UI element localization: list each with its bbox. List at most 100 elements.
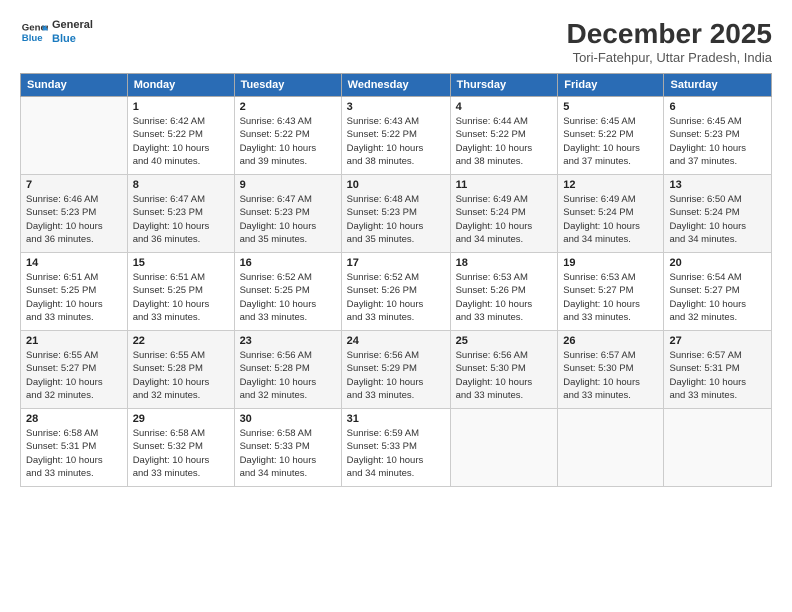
day-info: Sunrise: 6:45 AM Sunset: 5:23 PM Dayligh… (669, 115, 766, 168)
day-number: 22 (133, 335, 229, 347)
calendar-cell: 9Sunrise: 6:47 AM Sunset: 5:23 PM Daylig… (234, 175, 341, 253)
logo-icon: General Blue (20, 18, 48, 46)
calendar-cell: 11Sunrise: 6:49 AM Sunset: 5:24 PM Dayli… (450, 175, 558, 253)
title-block: December 2025 Tori-Fatehpur, Uttar Prade… (567, 18, 772, 65)
day-number: 10 (347, 179, 445, 191)
day-info: Sunrise: 6:55 AM Sunset: 5:28 PM Dayligh… (133, 349, 229, 402)
calendar-cell: 17 Sunrise: 6:52 AM Sunset: 5:26 PM Dayli… (341, 253, 450, 331)
day-number: 13 (669, 179, 766, 191)
day-number: 19 (563, 257, 658, 269)
day-number: 23 (240, 335, 336, 347)
calendar-cell: 6 Sunrise: 6:45 AM Sunset: 5:23 PM Daylig… (664, 97, 772, 175)
calendar-cell: 8 Sunrise: 6:47 AM Sunset: 5:23 PM Daylig… (127, 175, 234, 253)
day-number: 18 (456, 257, 553, 269)
day-info: Sunrise: 6:47 AM Sunset: 5:23 PM Dayligh… (240, 193, 336, 246)
calendar-cell: 2 Sunrise: 6:43 AM Sunset: 5:22 PM Daylig… (234, 97, 341, 175)
day-number: 27 (669, 335, 766, 347)
calendar-cell (664, 409, 772, 487)
day-number: 8 (133, 179, 229, 191)
calendar-cell: 22 Sunrise: 6:55 AM Sunset: 5:28 PM Dayli… (127, 331, 234, 409)
day-info: Sunrise: 6:59 AM Sunset: 5:33 PM Dayligh… (347, 427, 445, 480)
day-info: Sunrise: 6:53 AM Sunset: 5:26 PM Dayligh… (456, 271, 553, 324)
weekday-header: Friday (558, 74, 664, 97)
day-info: Sunrise: 6:51 AM Sunset: 5:25 PM Dayligh… (133, 271, 229, 324)
calendar-cell: 4 Sunrise: 6:44 AM Sunset: 5:22 PM Daylig… (450, 97, 558, 175)
day-number: 11 (456, 179, 553, 191)
day-info: Sunrise: 6:53 AM Sunset: 5:27 PM Dayligh… (563, 271, 658, 324)
header: General Blue General Blue December 2025 … (20, 18, 772, 65)
day-number: 17 (347, 257, 445, 269)
calendar-cell: 27 Sunrise: 6:57 AM Sunset: 5:31 PM Dayli… (664, 331, 772, 409)
calendar-cell: 13Sunrise: 6:50 AM Sunset: 5:24 PM Dayli… (664, 175, 772, 253)
calendar-week-row: 28 Sunrise: 6:58 AM Sunset: 5:31 PM Dayli… (21, 409, 772, 487)
weekday-header: Thursday (450, 74, 558, 97)
weekday-header: Monday (127, 74, 234, 97)
calendar-cell: 15 Sunrise: 6:51 AM Sunset: 5:25 PM Dayli… (127, 253, 234, 331)
calendar-cell: 16Sunrise: 6:52 AM Sunset: 5:25 PM Dayli… (234, 253, 341, 331)
day-number: 20 (669, 257, 766, 269)
day-info: Sunrise: 6:49 AM Sunset: 5:24 PM Dayligh… (563, 193, 658, 246)
day-number: 4 (456, 101, 553, 113)
day-info: Sunrise: 6:58 AM Sunset: 5:31 PM Dayligh… (26, 427, 122, 480)
svg-text:Blue: Blue (22, 33, 43, 44)
calendar-cell: 28 Sunrise: 6:58 AM Sunset: 5:31 PM Dayli… (21, 409, 128, 487)
day-number: 1 (133, 101, 229, 113)
day-number: 24 (347, 335, 445, 347)
calendar-cell: 19 Sunrise: 6:53 AM Sunset: 5:27 PM Dayli… (558, 253, 664, 331)
day-number: 12 (563, 179, 658, 191)
day-info: Sunrise: 6:43 AM Sunset: 5:22 PM Dayligh… (347, 115, 445, 168)
day-info: Sunrise: 6:42 AM Sunset: 5:22 PM Dayligh… (133, 115, 229, 168)
day-number: 2 (240, 101, 336, 113)
day-number: 21 (26, 335, 122, 347)
day-info: Sunrise: 6:54 AM Sunset: 5:27 PM Dayligh… (669, 271, 766, 324)
day-info: Sunrise: 6:57 AM Sunset: 5:31 PM Dayligh… (669, 349, 766, 402)
day-info: Sunrise: 6:58 AM Sunset: 5:33 PM Dayligh… (240, 427, 336, 480)
day-info: Sunrise: 6:56 AM Sunset: 5:29 PM Dayligh… (347, 349, 445, 402)
calendar-cell (450, 409, 558, 487)
day-number: 26 (563, 335, 658, 347)
calendar-cell: 25Sunrise: 6:56 AM Sunset: 5:30 PM Dayli… (450, 331, 558, 409)
calendar-cell: 7Sunrise: 6:46 AM Sunset: 5:23 PM Daylig… (21, 175, 128, 253)
day-info: Sunrise: 6:43 AM Sunset: 5:22 PM Dayligh… (240, 115, 336, 168)
weekday-header: Saturday (664, 74, 772, 97)
calendar-cell: 5 Sunrise: 6:45 AM Sunset: 5:22 PM Daylig… (558, 97, 664, 175)
logo: General Blue General Blue (20, 18, 93, 47)
day-number: 5 (563, 101, 658, 113)
calendar-cell: 24 Sunrise: 6:56 AM Sunset: 5:29 PM Dayli… (341, 331, 450, 409)
calendar-cell: 12 Sunrise: 6:49 AM Sunset: 5:24 PM Dayli… (558, 175, 664, 253)
calendar-week-row: 14 Sunrise: 6:51 AM Sunset: 5:25 PM Dayli… (21, 253, 772, 331)
day-info: Sunrise: 6:51 AM Sunset: 5:25 PM Dayligh… (26, 271, 122, 324)
calendar-cell: 30 Sunrise: 6:58 AM Sunset: 5:33 PM Dayli… (234, 409, 341, 487)
day-number: 28 (26, 413, 122, 425)
weekday-header: Wednesday (341, 74, 450, 97)
calendar-cell: 31 Sunrise: 6:59 AM Sunset: 5:33 PM Dayli… (341, 409, 450, 487)
day-number: 30 (240, 413, 336, 425)
location: Tori-Fatehpur, Uttar Pradesh, India (567, 50, 772, 65)
calendar-cell: 10Sunrise: 6:48 AM Sunset: 5:23 PM Dayli… (341, 175, 450, 253)
calendar-table: SundayMondayTuesdayWednesdayThursdayFrid… (20, 73, 772, 487)
day-number: 29 (133, 413, 229, 425)
day-number: 31 (347, 413, 445, 425)
calendar-cell: 3 Sunrise: 6:43 AM Sunset: 5:22 PM Daylig… (341, 97, 450, 175)
day-info: Sunrise: 6:45 AM Sunset: 5:22 PM Dayligh… (563, 115, 658, 168)
weekday-header: Tuesday (234, 74, 341, 97)
day-number: 14 (26, 257, 122, 269)
month-title: December 2025 (567, 18, 772, 50)
day-number: 6 (669, 101, 766, 113)
calendar-week-row: 21Sunrise: 6:55 AM Sunset: 5:27 PM Dayli… (21, 331, 772, 409)
calendar-cell: 21Sunrise: 6:55 AM Sunset: 5:27 PM Dayli… (21, 331, 128, 409)
calendar-cell: 1 Sunrise: 6:42 AM Sunset: 5:22 PM Daylig… (127, 97, 234, 175)
day-info: Sunrise: 6:52 AM Sunset: 5:25 PM Dayligh… (240, 271, 336, 324)
day-info: Sunrise: 6:52 AM Sunset: 5:26 PM Dayligh… (347, 271, 445, 324)
calendar-cell: 23Sunrise: 6:56 AM Sunset: 5:28 PM Dayli… (234, 331, 341, 409)
day-info: Sunrise: 6:47 AM Sunset: 5:23 PM Dayligh… (133, 193, 229, 246)
day-number: 15 (133, 257, 229, 269)
calendar-cell: 29 Sunrise: 6:58 AM Sunset: 5:32 PM Dayli… (127, 409, 234, 487)
calendar-week-row: 7Sunrise: 6:46 AM Sunset: 5:23 PM Daylig… (21, 175, 772, 253)
day-number: 25 (456, 335, 553, 347)
day-number: 3 (347, 101, 445, 113)
weekday-header: Sunday (21, 74, 128, 97)
day-info: Sunrise: 6:44 AM Sunset: 5:22 PM Dayligh… (456, 115, 553, 168)
day-info: Sunrise: 6:58 AM Sunset: 5:32 PM Dayligh… (133, 427, 229, 480)
logo-text: General Blue (52, 18, 93, 47)
